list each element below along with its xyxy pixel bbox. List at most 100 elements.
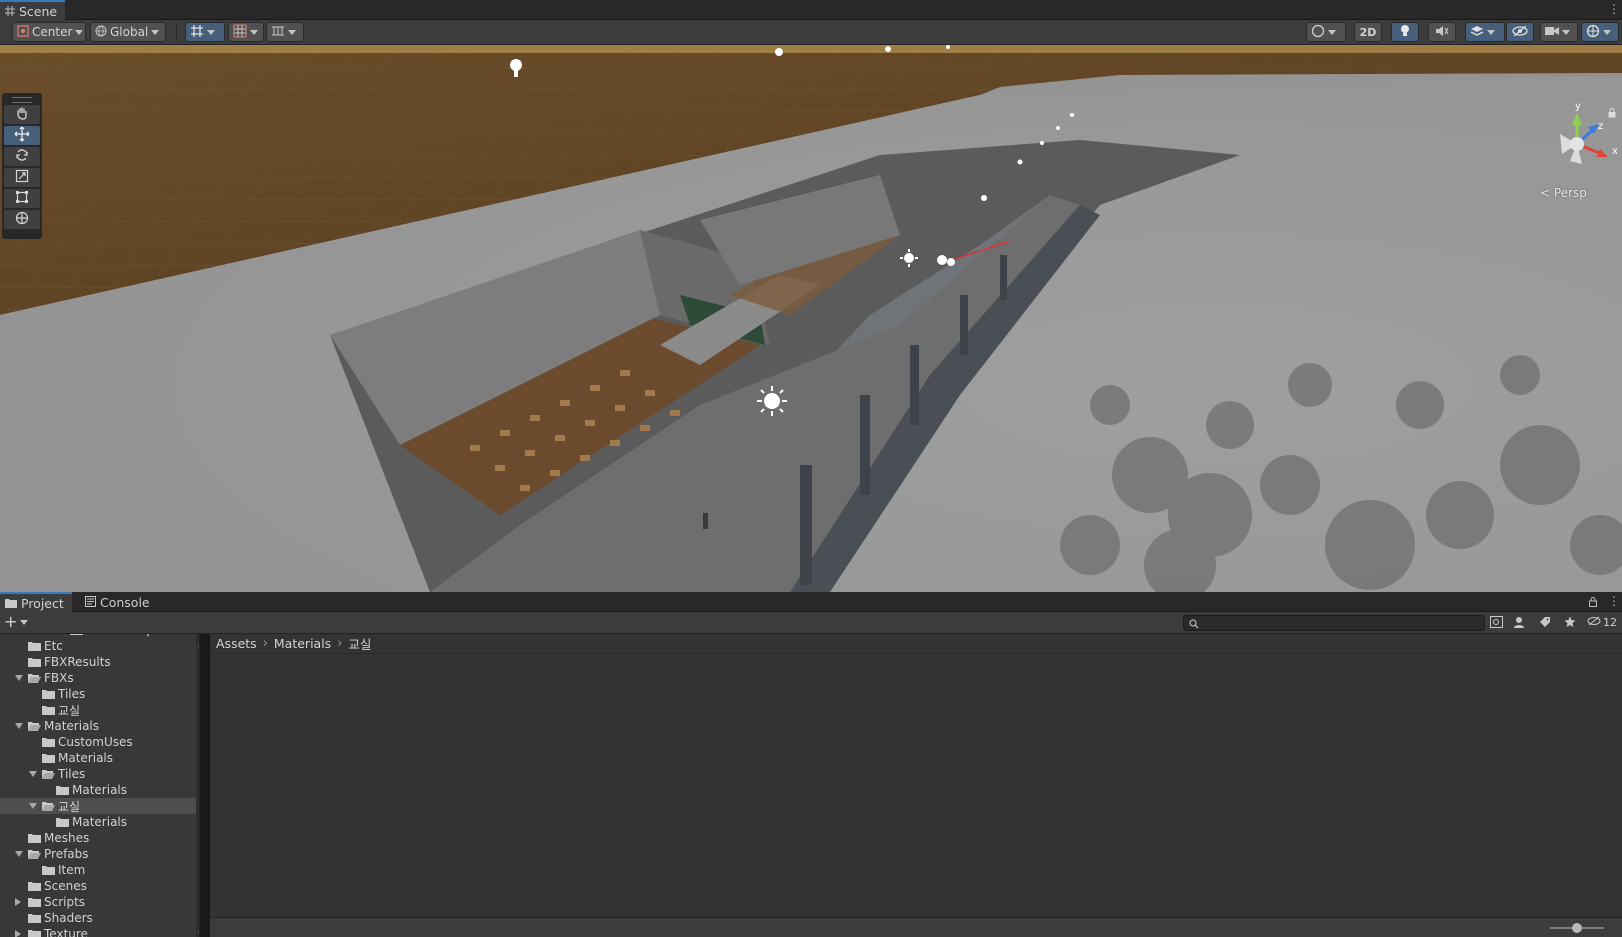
scene-render: Materi...교실...교실...교탁1복도1복도끝1복도...복도...복… [0,45,1622,592]
audio-toggle[interactable] [1428,22,1456,42]
rotate-tool-button[interactable] [4,147,40,166]
grid-icon [233,24,247,41]
breadcrumb-current[interactable]: 교실 [348,634,371,653]
eye-hidden-icon [1512,25,1528,40]
move-arrows-icon [14,126,30,145]
search-input[interactable] [1202,616,1462,630]
search-by-tag-button[interactable] [1537,616,1553,630]
speaker-muted-icon [1435,25,1449,40]
pivot-rotation-dropdown[interactable]: Global [90,22,166,42]
tree-scrollbar[interactable] [196,634,200,937]
tree-item[interactable]: Scenes [0,878,196,894]
layers-icon [1470,25,1484,40]
hand-tool-button[interactable] [4,105,40,124]
hidden-packages-toggle[interactable]: 12 [1587,616,1617,629]
tree-item[interactable]: Materials [0,718,196,734]
draw-mode-dropdown[interactable] [1306,22,1346,42]
transform-icon [15,211,29,228]
tree-item-label: CustomUses [58,735,133,749]
create-asset-button[interactable]: + [4,614,29,630]
kebab-menu-icon[interactable]: ⋮ [1608,2,1620,16]
expand-arrow-right-icon[interactable] [15,898,21,906]
hidden-packages-count: 12 [1603,616,1617,629]
asset-browser: Assets › Materials › 교실 [210,634,1622,937]
panel-grip-icon[interactable] [12,97,32,103]
tree-item[interactable]: Meshes [0,830,196,846]
search-by-type-button[interactable] [1488,615,1504,630]
tree-item[interactable]: Tiles [0,686,196,702]
scene-viewport[interactable]: Materi...교실...교실...교탁1복도1복도끝1복도...복도...복… [0,45,1622,592]
lighting-toggle[interactable] [1391,22,1419,42]
rect-transform-icon [15,190,29,207]
tree-item[interactable]: Shaders [0,910,196,926]
tree-item[interactable]: 교실 [0,798,196,814]
expand-arrow-down-icon[interactable] [15,675,23,681]
scene-tab-label: Scene [19,3,58,19]
lightbulb-icon [1399,24,1411,41]
scale-icon [15,169,29,186]
scale-tool-button[interactable] [4,168,40,187]
tree-item-label: Materials [72,783,128,797]
2d-mode-toggle[interactable]: 2D [1354,22,1382,42]
gizmos-dropdown[interactable] [1581,22,1619,42]
tree-item-label: FBXs [44,671,74,685]
lock-icon[interactable] [1608,107,1616,121]
folder-open-icon [42,770,55,779]
tree-item[interactable]: Etc [0,638,196,654]
thumbnail-size-slider-thumb[interactable] [1572,923,1582,933]
move-tool-button[interactable] [4,126,40,145]
folder-icon [28,930,41,937]
thumbnail-size-slider[interactable] [1550,923,1604,933]
scene-tab[interactable]: Scene [0,0,66,20]
tree-item[interactable]: Materials [0,814,196,830]
folder-icon [28,834,41,843]
tab-project[interactable]: Project [0,592,72,612]
search-by-label-button[interactable] [1512,616,1528,630]
tree-scroll-thumb[interactable] [199,706,200,841]
folder-icon [56,818,69,827]
tab-project-label: Project [21,595,64,611]
expand-arrow-down-icon[interactable] [29,771,37,777]
expand-arrow-down-icon[interactable] [15,723,23,729]
expand-arrow-down-icon[interactable] [15,851,23,857]
rect-tool-button[interactable] [4,189,40,208]
expand-arrow-down-icon[interactable] [29,803,37,809]
folder-icon [42,738,55,747]
tree-item-label: Materials [58,751,114,765]
tree-item-label: Tiles [58,687,86,701]
tree-item[interactable]: Texture [0,926,196,937]
projection-label[interactable]: < Persp [1540,186,1587,200]
tree-item[interactable]: FBXs [0,670,196,686]
tree-item[interactable]: Prefabs [0,846,196,862]
pivot-mode-dropdown[interactable]: Center [12,22,86,42]
effects-dropdown[interactable] [1465,22,1505,42]
scroll-up-arrow-icon[interactable] [198,636,199,650]
tree-item[interactable]: CustomUses [0,734,196,750]
transform-tool-button[interactable] [4,210,40,229]
kebab-menu-icon[interactable]: ⋮ [1608,594,1620,608]
folder-tree[interactable]: With BackpackEtcFBXResultsFBXsTiles교실Mat… [0,634,200,937]
tab-console[interactable]: Console [80,592,158,612]
tree-item-label: Materials [72,815,128,829]
increment-snap-toggle[interactable] [266,22,304,42]
tree-item[interactable]: Materials [0,750,196,766]
scroll-down-arrow-icon[interactable] [198,927,199,937]
tree-item[interactable]: 교실 [0,702,196,718]
tree-item[interactable]: Item [0,862,196,878]
tree-item[interactable]: Scripts [0,894,196,910]
tree-item[interactable]: Materials [0,782,196,798]
expand-arrow-right-icon[interactable] [15,930,21,937]
breadcrumb-materials[interactable]: Materials [274,636,331,651]
camera-settings-dropdown[interactable] [1540,22,1578,42]
scene-visibility-toggle[interactable] [1506,22,1534,42]
chevron-down-icon [1328,29,1336,35]
tree-item[interactable]: FBXResults [0,654,196,670]
lock-icon[interactable] [1589,596,1597,610]
breadcrumb-assets[interactable]: Assets [216,636,257,651]
favorites-button[interactable] [1562,616,1578,630]
grid-visibility-toggle[interactable] [228,22,264,42]
asset-search-box[interactable] [1183,615,1485,631]
folder-open-icon [28,722,41,731]
grid-snap-toggle[interactable] [185,22,225,42]
tree-item[interactable]: Tiles [0,766,196,782]
